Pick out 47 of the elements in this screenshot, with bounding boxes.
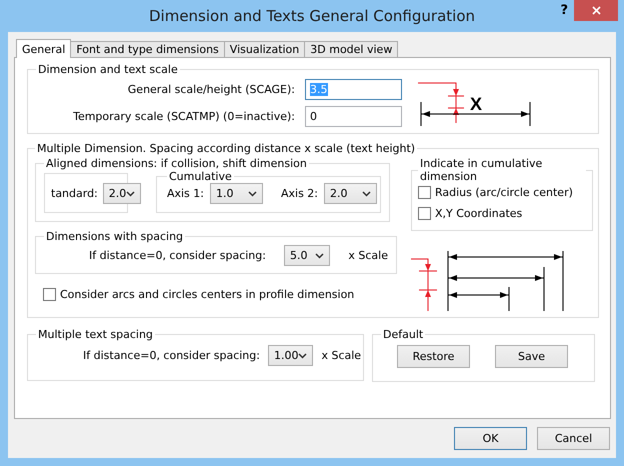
checkbox-label: Consider arcs and circles centers in profile dimension <box>60 288 354 301</box>
dialog-button[interactable]: OK <box>454 427 527 450</box>
dialog-button[interactable]: Cancel <box>537 427 610 450</box>
help-button[interactable]: ? <box>560 3 568 18</box>
checkbox[interactable] <box>418 186 431 199</box>
close-button[interactable] <box>574 0 618 21</box>
field-label: Temporary scale (SCATMP) (0=inactive): <box>73 110 295 123</box>
default-action-button[interactable]: Restore <box>397 345 470 368</box>
group-title: Multiple Dimension. Spacing according distance x scale (text height) <box>36 142 416 155</box>
dropdown[interactable]: 5.0 <box>284 245 330 266</box>
checkbox-label: X,Y Coordinates <box>435 207 522 220</box>
group-title: Default <box>382 328 424 341</box>
tab[interactable]: Font and type dimensions <box>70 41 225 58</box>
field-label: If distance=0, consider spacing: <box>89 249 266 262</box>
group-title: Dimension and text scale <box>37 63 179 76</box>
group-title: Multiple text spacing <box>37 328 154 341</box>
chevron-down-icon <box>362 190 372 196</box>
close-icon <box>592 6 600 15</box>
chevron-down-icon <box>126 190 136 196</box>
default-action-button[interactable]: Save <box>495 345 568 368</box>
window-title: Dimension and Texts General Configuration <box>148 7 475 25</box>
field-label: If distance=0, consider spacing: <box>83 349 260 362</box>
unit-label: x Scale <box>348 249 388 262</box>
group-title: Aligned dimensions: if collision, shift dimension <box>45 157 308 170</box>
checkbox[interactable] <box>43 288 56 301</box>
unit-label: x Scale <box>321 349 362 362</box>
input-field[interactable]: 0 <box>305 106 402 127</box>
tab[interactable]: General <box>16 39 72 58</box>
dimension-label: X <box>470 94 482 114</box>
group-title: Dimensions with spacing <box>45 230 184 243</box>
checkbox-label: Radius (arc/circle center) <box>435 186 573 199</box>
tab[interactable]: Visualization <box>224 41 306 58</box>
group-title: Cumulative <box>168 170 233 183</box>
checkbox[interactable] <box>418 207 431 220</box>
field-label: General scale/height (SCAGE): <box>128 83 295 96</box>
field-label: Axis 2: <box>280 187 318 200</box>
dropdown[interactable]: 2.0 <box>102 183 142 204</box>
field-label: tandard: <box>51 187 98 200</box>
group-title: Indicate in cumulative dimension <box>419 157 544 183</box>
dropdown[interactable]: 1.0 <box>210 183 263 204</box>
dropdown[interactable]: 1.00 <box>268 345 314 366</box>
chevron-down-icon <box>298 352 308 358</box>
field-label: Axis 1: <box>166 187 204 200</box>
dropdown[interactable]: 2.0 <box>324 183 378 204</box>
tab[interactable]: 3D model view <box>304 41 398 58</box>
chevron-down-icon <box>248 190 257 196</box>
chevron-down-icon <box>315 252 324 258</box>
